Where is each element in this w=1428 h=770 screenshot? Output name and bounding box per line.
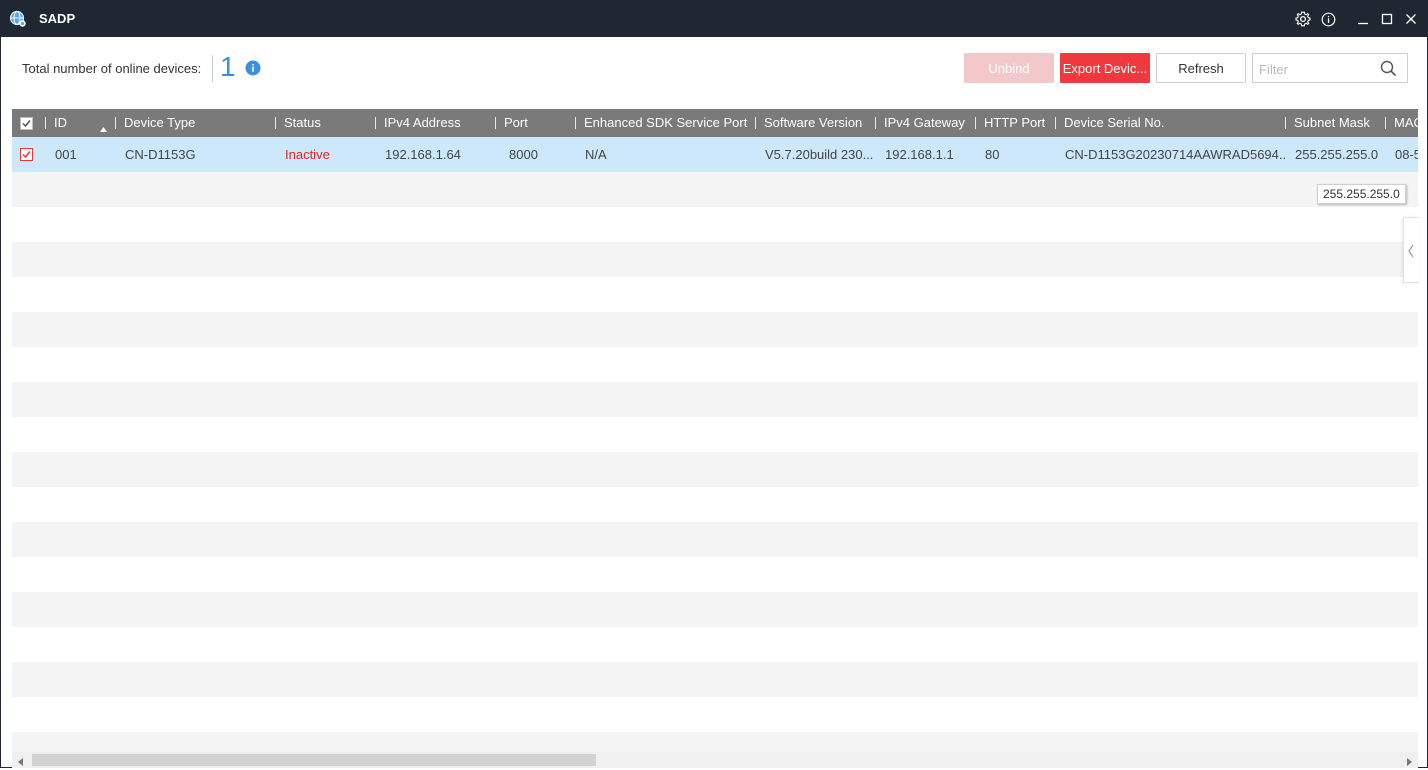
- empty-row: [12, 242, 1418, 277]
- cell-sdk-port: N/A: [585, 147, 607, 162]
- column-separator: [45, 117, 46, 129]
- cell-serial: CN-D1153G20230714AAWRAD5694...: [1065, 147, 1285, 162]
- sadp-window: SADP Total number of online devices: 1 U…: [0, 0, 1428, 768]
- divider: [212, 55, 213, 83]
- tooltip: 255.255.255.0: [1317, 184, 1406, 204]
- column-header-port[interactable]: Port: [504, 109, 528, 137]
- column-header-mac[interactable]: MAC: [1394, 109, 1418, 137]
- collapse-panel-button[interactable]: [1403, 217, 1419, 283]
- maximize-icon[interactable]: [1377, 9, 1397, 29]
- toolbar: Total number of online devices: 1 Unbind…: [1, 37, 1428, 107]
- cell-ipv4-address: 192.168.1.64: [385, 147, 461, 162]
- column-separator: [1385, 117, 1386, 129]
- column-separator: [275, 117, 276, 129]
- column-header-id[interactable]: ID: [54, 109, 67, 137]
- cell-id: 001: [55, 147, 77, 162]
- table-row[interactable]: 001 CN-D1153G Inactive 192.168.1.64 8000…: [12, 137, 1418, 172]
- empty-row: [12, 312, 1418, 347]
- info-icon[interactable]: [1318, 9, 1338, 29]
- empty-row: [12, 382, 1418, 417]
- search-icon[interactable]: [1380, 60, 1397, 77]
- empty-row: [12, 627, 1418, 662]
- table-header: ID Device Type Status IPv4 Address Port …: [12, 109, 1418, 137]
- select-all-checkbox[interactable]: [20, 117, 33, 130]
- row-checkbox[interactable]: [20, 148, 33, 161]
- column-separator: [875, 117, 876, 129]
- empty-row: [12, 662, 1418, 697]
- column-header-subnet-mask[interactable]: Subnet Mask: [1294, 109, 1370, 137]
- column-separator: [755, 117, 756, 129]
- column-header-sdk-port[interactable]: Enhanced SDK Service Port: [584, 109, 747, 137]
- cell-software-version: V5.7.20build 230...: [765, 147, 874, 162]
- cell-mac: 08-5: [1395, 147, 1418, 162]
- filter-box: [1252, 53, 1408, 83]
- column-separator: [1285, 117, 1286, 129]
- scroll-left-arrow-icon[interactable]: [16, 755, 26, 766]
- column-header-device-type[interactable]: Device Type: [124, 109, 195, 137]
- empty-row: [12, 277, 1418, 312]
- column-header-ipv4-gateway[interactable]: IPv4 Gateway: [884, 109, 965, 137]
- empty-row: [12, 207, 1418, 242]
- horizontal-scrollbar[interactable]: [12, 752, 1418, 768]
- empty-row: [12, 697, 1418, 732]
- scroll-right-arrow-icon[interactable]: [1404, 755, 1414, 766]
- scrollbar-thumb[interactable]: [32, 754, 596, 766]
- online-devices-count: 1: [220, 51, 236, 82]
- export-devices-button[interactable]: Export Devic...: [1060, 53, 1150, 83]
- refresh-button[interactable]: Refresh: [1156, 53, 1246, 83]
- empty-row: [12, 487, 1418, 522]
- column-separator: [115, 117, 116, 129]
- empty-row: [12, 557, 1418, 592]
- empty-row: [12, 522, 1418, 557]
- cell-subnet-mask: 255.255.255.0: [1295, 147, 1379, 162]
- column-header-http-port[interactable]: HTTP Port: [984, 109, 1045, 137]
- device-table: ID Device Type Status IPv4 Address Port …: [12, 109, 1418, 755]
- close-icon[interactable]: [1401, 9, 1421, 29]
- title-bar: SADP: [1, 1, 1428, 37]
- column-separator: [1055, 117, 1056, 129]
- sadp-logo-icon: [9, 10, 27, 28]
- empty-row: [12, 417, 1418, 452]
- cell-http-port: 80: [985, 147, 1000, 162]
- unbind-button[interactable]: Unbind: [964, 53, 1054, 83]
- cell-device-type: CN-D1153G: [125, 147, 196, 162]
- column-header-software-version[interactable]: Software Version: [764, 109, 862, 137]
- empty-row: [12, 452, 1418, 487]
- column-header-status[interactable]: Status: [284, 109, 321, 137]
- info-icon[interactable]: [245, 60, 261, 76]
- minimize-icon[interactable]: [1353, 9, 1373, 29]
- cell-status: Inactive: [285, 147, 330, 162]
- empty-row: [12, 592, 1418, 627]
- filter-input[interactable]: [1259, 60, 1377, 78]
- empty-row: [12, 172, 1418, 207]
- column-separator: [375, 117, 376, 129]
- gear-icon[interactable]: [1293, 9, 1313, 29]
- chevron-left-icon: [1408, 244, 1414, 258]
- sort-ascending-icon: [100, 120, 107, 132]
- online-devices-label: Total number of online devices:: [22, 61, 202, 76]
- cell-ipv4-gateway: 192.168.1.1: [885, 147, 954, 162]
- cell-port: 8000: [509, 147, 538, 162]
- empty-row: [12, 347, 1418, 382]
- column-separator: [975, 117, 976, 129]
- column-separator: [495, 117, 496, 129]
- column-header-serial[interactable]: Device Serial No.: [1064, 109, 1164, 137]
- column-separator: [575, 117, 576, 129]
- column-header-ipv4-address[interactable]: IPv4 Address: [384, 109, 461, 137]
- app-title: SADP: [39, 11, 76, 26]
